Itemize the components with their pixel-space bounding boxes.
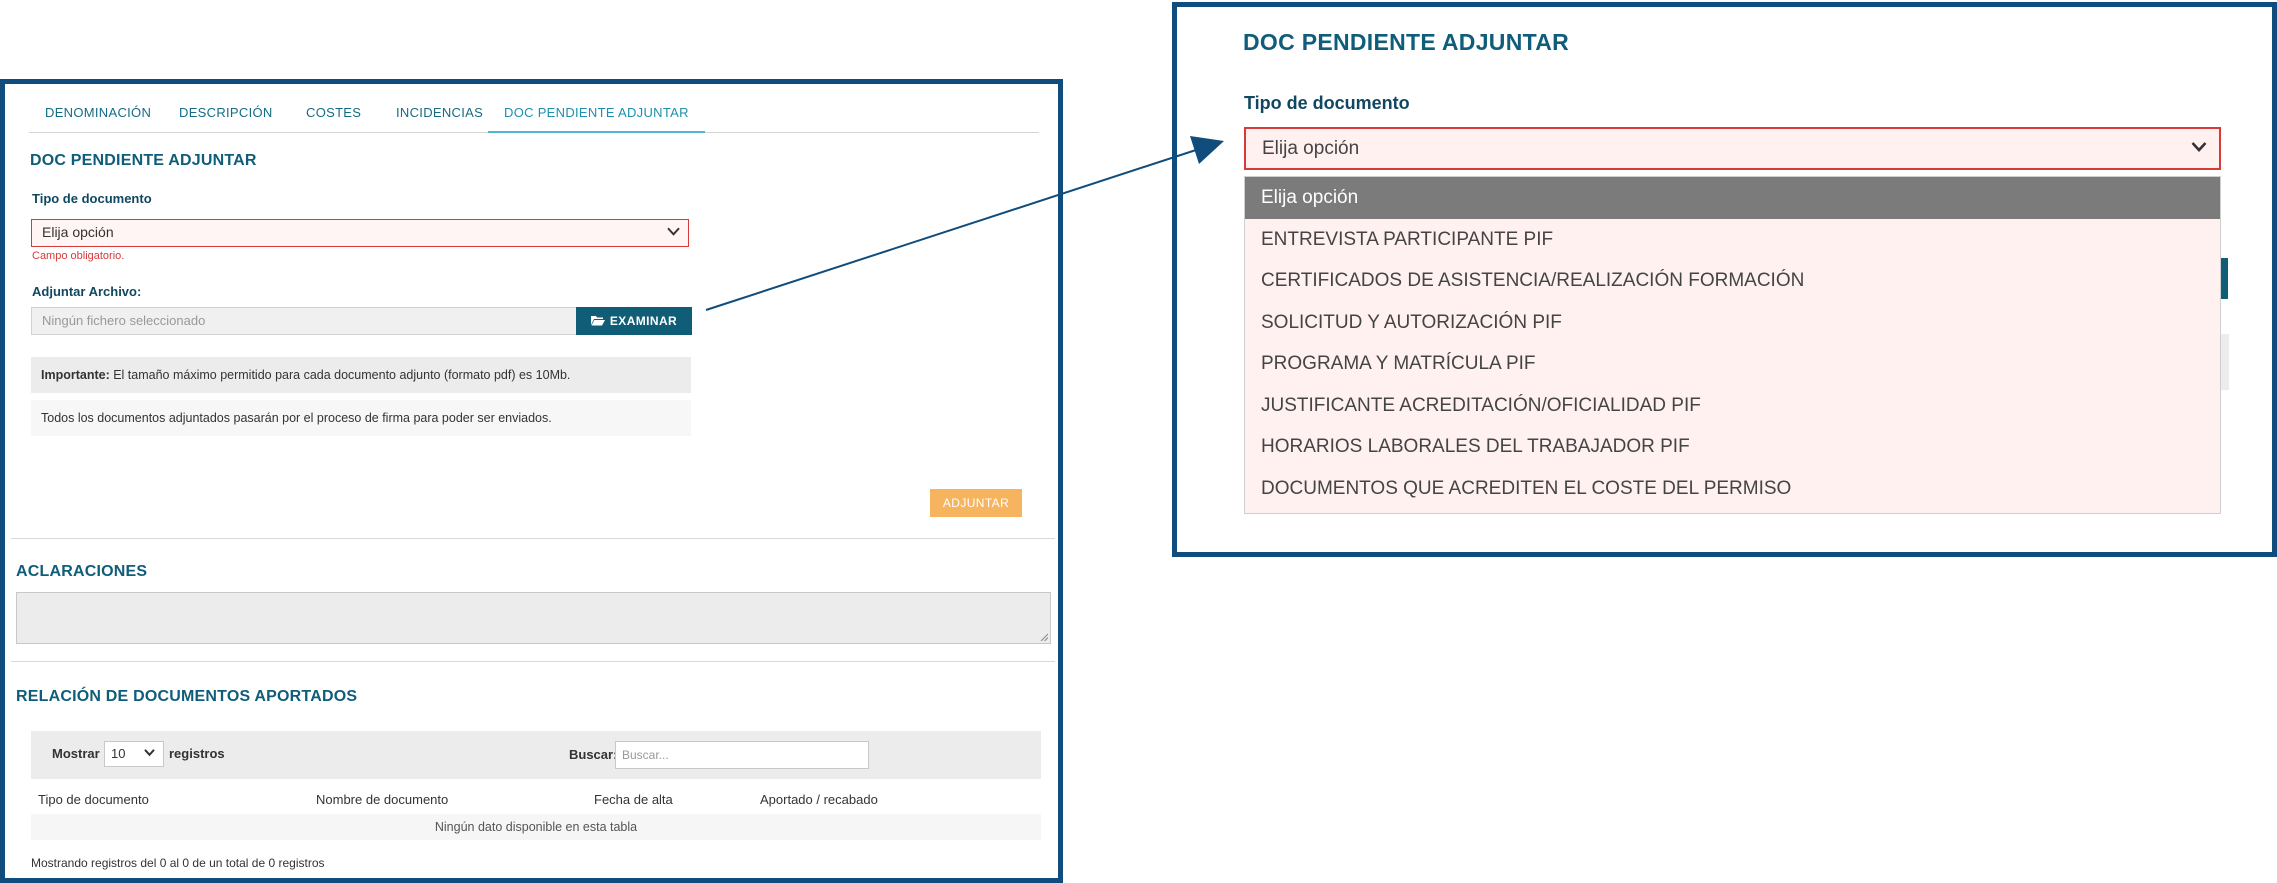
option-entrevista[interactable]: ENTREVISTA PARTICIPANTE PIF	[1245, 219, 2220, 261]
examinar-button[interactable]: EXAMINAR	[576, 307, 692, 335]
aclaraciones-title: ACLARACIONES	[16, 563, 148, 580]
folder-open-icon	[590, 308, 605, 336]
zoom-tipo-label: Tipo de documento	[1244, 93, 1410, 113]
option-solicitud[interactable]: SOLICITUD Y AUTORIZACIÓN PIF	[1245, 302, 2220, 344]
file-input[interactable]: Ningún fichero seleccionado	[31, 307, 579, 335]
zoom-title: DOC PENDIENTE ADJUNTAR	[1243, 29, 1570, 55]
chevron-down-icon	[667, 219, 680, 244]
table-toolbar: Mostrar 10 registros Buscar: Buscar...	[31, 731, 1041, 779]
registros-label: registros	[169, 746, 225, 761]
tab-incidencias[interactable]: INCIDENCIAS	[380, 95, 499, 131]
tipo-documento-label: Tipo de documento	[32, 191, 152, 206]
hidden-button-edge	[2221, 258, 2228, 299]
zoom-tipo-value: Elija opción	[1262, 138, 1360, 159]
tipo-documento-value: Elija opción	[42, 224, 114, 240]
mostrar-label: Mostrar	[52, 746, 100, 761]
empty-table-row: Ningún dato disponible en esta tabla	[31, 814, 1041, 840]
form-panel: DENOMINACIÓN DESCRIPCIÓN COSTES INCIDENC…	[0, 79, 1063, 883]
option-certificados[interactable]: CERTIFICADOS DE ASISTENCIA/REALIZACIÓN F…	[1245, 260, 2220, 302]
option-elija-opcion[interactable]: Elija opción	[1245, 177, 2220, 219]
examinar-label: EXAMINAR	[609, 314, 678, 328]
option-documentos-coste[interactable]: DOCUMENTOS QUE ACREDITEN EL COSTE DEL PE…	[1245, 468, 2220, 510]
column-header-nombre[interactable]: Nombre de documento	[316, 792, 448, 807]
adjuntar-button[interactable]: ADJUNTAR	[930, 489, 1022, 517]
column-header-tipo[interactable]: Tipo de documento	[38, 792, 149, 807]
page-size-value: 10	[111, 746, 126, 761]
relacion-title: RELACIÓN DE DOCUMENTOS APORTADOS	[16, 688, 358, 705]
option-horarios[interactable]: HORARIOS LABORALES DEL TRABAJADOR PIF	[1245, 426, 2220, 468]
tab-descripcion[interactable]: DESCRIPCIÓN	[163, 95, 289, 131]
option-programa[interactable]: PROGRAMA Y MATRÍCULA PIF	[1245, 343, 2220, 385]
tipo-options-list: Elija opción ENTREVISTA PARTICIPANTE PIF…	[1244, 176, 2221, 514]
important-note: Importante: El tamaño máximo permitido p…	[31, 357, 691, 393]
aclaraciones-textarea[interactable]	[16, 592, 1051, 644]
important-label: Importante:	[41, 368, 110, 382]
option-justificante[interactable]: JUSTIFICANTE ACREDITACIÓN/OFICIALIDAD PI…	[1245, 385, 2220, 427]
zoom-tipo-select[interactable]: Elija opción	[1244, 127, 2221, 170]
divider	[11, 538, 1055, 539]
tab-bar: DENOMINACIÓN DESCRIPCIÓN COSTES INCIDENC…	[29, 95, 1039, 133]
column-header-aportado[interactable]: Aportado / recabado	[760, 792, 878, 807]
tipo-documento-select[interactable]: Elija opción	[31, 219, 689, 247]
firma-text: Todos los documentos adjuntados pasarán …	[41, 411, 552, 425]
required-message: Campo obligatorio.	[32, 250, 125, 262]
divider	[11, 661, 1055, 662]
adjuntar-archivo-label: Adjuntar Archivo:	[32, 284, 142, 299]
table-footer-info: Mostrando registros del 0 al 0 de un tot…	[31, 856, 325, 870]
search-input[interactable]: Buscar...	[615, 741, 869, 769]
doc-section-title: DOC PENDIENTE ADJUNTAR	[30, 152, 257, 169]
firma-note: Todos los documentos adjuntados pasarán …	[31, 400, 691, 436]
page-size-select[interactable]: 10	[104, 741, 164, 767]
chevron-down-icon	[2191, 127, 2207, 166]
resize-grip-icon[interactable]	[1040, 633, 1049, 642]
tab-doc-pendiente-adjuntar[interactable]: DOC PENDIENTE ADJUNTAR	[488, 95, 705, 133]
buscar-label: Buscar:	[569, 747, 618, 762]
search-placeholder: Buscar...	[622, 748, 669, 762]
important-text: El tamaño máximo permitido para cada doc…	[109, 368, 571, 382]
hidden-box-edge	[2221, 334, 2229, 390]
zoom-panel: DOC PENDIENTE ADJUNTAR Tipo de documento…	[1172, 2, 2277, 557]
tab-costes[interactable]: COSTES	[290, 95, 377, 131]
chevron-down-icon	[144, 741, 155, 765]
file-placeholder: Ningún fichero seleccionado	[42, 313, 206, 328]
column-header-fecha[interactable]: Fecha de alta	[594, 792, 673, 807]
tab-denominacion[interactable]: DENOMINACIÓN	[29, 95, 167, 131]
